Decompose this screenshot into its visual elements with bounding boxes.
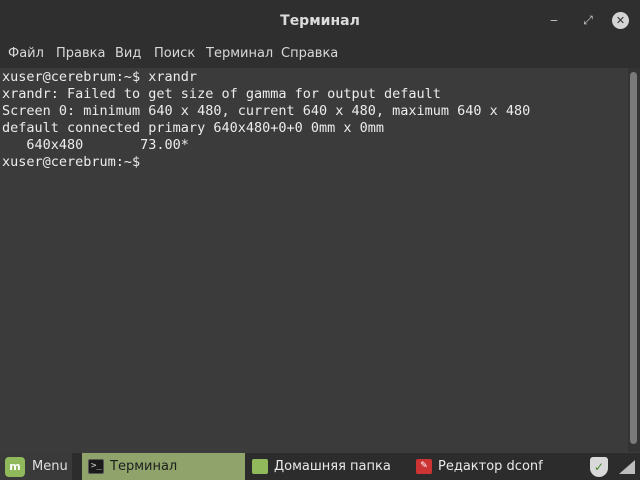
folder-icon xyxy=(252,459,268,474)
task-label: Редактор dconf xyxy=(438,459,543,474)
terminal-line: default connected primary 640x480+0+0 0m… xyxy=(2,120,385,136)
menu-file[interactable]: Файл xyxy=(8,46,44,61)
menu-terminal[interactable]: Терминал xyxy=(206,46,273,61)
terminal-line: 640x480 73.00* xyxy=(2,137,189,153)
scrollbar-thumb[interactable] xyxy=(630,72,637,444)
terminal-window: Терминал ‒ ⤢ ✕ Файл Правка Вид Поиск Тер… xyxy=(0,0,640,452)
scrollbar[interactable] xyxy=(628,68,640,452)
terminal-output[interactable]: xuser@cerebrum:~$ xrandr xrandr: Failed … xyxy=(0,68,628,452)
terminal-line: xuser@cerebrum:~$ xrandr xyxy=(2,69,198,85)
taskbar: m Menu >_ Терминал Домашняя папка ✎ Реда… xyxy=(0,452,640,480)
window-title: Терминал xyxy=(280,13,360,29)
terminal-line: Screen 0: minimum 640 x 480, current 640… xyxy=(2,103,531,119)
task-label: Терминал xyxy=(110,459,178,474)
menu-view[interactable]: Вид xyxy=(115,46,141,61)
task-home-folder[interactable]: Домашняя папка xyxy=(246,453,406,480)
menu-button-label: Menu xyxy=(32,459,68,474)
minimize-button[interactable]: ‒ xyxy=(546,12,562,28)
maximize-button[interactable]: ⤢ xyxy=(580,12,596,28)
task-terminal[interactable]: >_ Терминал xyxy=(82,453,245,480)
network-icon[interactable] xyxy=(618,459,636,475)
title-bar[interactable]: Терминал ‒ ⤢ ✕ xyxy=(0,0,640,42)
terminal-prompt: xuser@cerebrum:~$ xyxy=(2,154,149,170)
terminal-icon: >_ xyxy=(88,459,104,474)
task-dconf-editor[interactable]: ✎ Редактор dconf xyxy=(410,453,560,480)
terminal-line: xrandr: Failed to get size of gamma for … xyxy=(2,86,441,102)
shield-check-icon[interactable]: ✓ xyxy=(590,457,608,477)
menu-search[interactable]: Поиск xyxy=(154,46,195,61)
menu-help[interactable]: Справка xyxy=(281,46,338,61)
mint-logo-icon: m xyxy=(5,457,25,477)
menu-edit[interactable]: Правка xyxy=(56,46,105,61)
dconf-icon: ✎ xyxy=(416,459,432,474)
menu-bar: Файл Правка Вид Поиск Терминал Справка xyxy=(0,42,640,68)
close-button[interactable]: ✕ xyxy=(612,12,629,29)
menu-button[interactable]: m Menu xyxy=(0,453,72,480)
task-label: Домашняя папка xyxy=(274,459,391,474)
